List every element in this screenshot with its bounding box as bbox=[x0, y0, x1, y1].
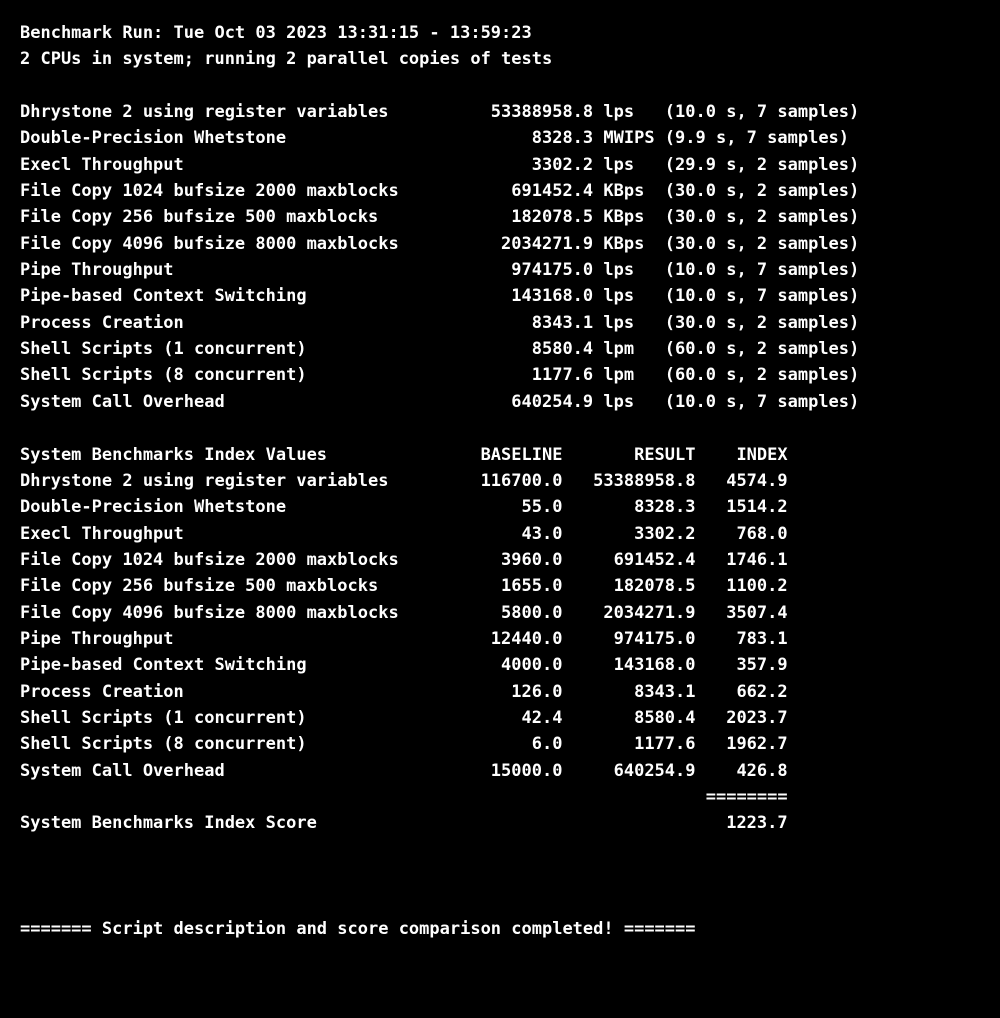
output-line bbox=[20, 415, 980, 441]
output-line: File Copy 256 bufsize 500 maxblocks 1655… bbox=[20, 573, 980, 599]
output-line: File Copy 256 bufsize 500 maxblocks 1820… bbox=[20, 204, 980, 230]
output-line: Pipe-based Context Switching 4000.0 1431… bbox=[20, 652, 980, 678]
output-line: ======= Script description and score com… bbox=[20, 916, 980, 942]
output-line: File Copy 1024 bufsize 2000 maxblocks 39… bbox=[20, 547, 980, 573]
output-line: System Call Overhead 15000.0 640254.9 42… bbox=[20, 758, 980, 784]
output-line: Shell Scripts (1 concurrent) 8580.4 lpm … bbox=[20, 336, 980, 362]
output-line: File Copy 4096 bufsize 8000 maxblocks 58… bbox=[20, 600, 980, 626]
output-line: Double-Precision Whetstone 8328.3 MWIPS … bbox=[20, 125, 980, 151]
terminal-output: Benchmark Run: Tue Oct 03 2023 13:31:15 … bbox=[20, 20, 980, 942]
output-line: Double-Precision Whetstone 55.0 8328.3 1… bbox=[20, 494, 980, 520]
output-line: Execl Throughput 43.0 3302.2 768.0 bbox=[20, 521, 980, 547]
output-line bbox=[20, 889, 980, 915]
output-line: Process Creation 126.0 8343.1 662.2 bbox=[20, 679, 980, 705]
output-line: Shell Scripts (8 concurrent) 6.0 1177.6 … bbox=[20, 731, 980, 757]
output-line: 2 CPUs in system; running 2 parallel cop… bbox=[20, 46, 980, 72]
output-line: Benchmark Run: Tue Oct 03 2023 13:31:15 … bbox=[20, 20, 980, 46]
output-line: ======== bbox=[20, 784, 980, 810]
output-line: Pipe-based Context Switching 143168.0 lp… bbox=[20, 283, 980, 309]
output-line: Dhrystone 2 using register variables 116… bbox=[20, 468, 980, 494]
output-line bbox=[20, 73, 980, 99]
output-line bbox=[20, 863, 980, 889]
output-line: File Copy 1024 bufsize 2000 maxblocks 69… bbox=[20, 178, 980, 204]
output-line: System Benchmarks Index Score 1223.7 bbox=[20, 810, 980, 836]
output-line: Process Creation 8343.1 lps (30.0 s, 2 s… bbox=[20, 310, 980, 336]
output-line: Pipe Throughput 12440.0 974175.0 783.1 bbox=[20, 626, 980, 652]
output-line: System Benchmarks Index Values BASELINE … bbox=[20, 442, 980, 468]
output-line: Dhrystone 2 using register variables 533… bbox=[20, 99, 980, 125]
output-line: System Call Overhead 640254.9 lps (10.0 … bbox=[20, 389, 980, 415]
output-line: File Copy 4096 bufsize 8000 maxblocks 20… bbox=[20, 231, 980, 257]
output-line: Pipe Throughput 974175.0 lps (10.0 s, 7 … bbox=[20, 257, 980, 283]
output-line: Execl Throughput 3302.2 lps (29.9 s, 2 s… bbox=[20, 152, 980, 178]
output-line: Shell Scripts (1 concurrent) 42.4 8580.4… bbox=[20, 705, 980, 731]
output-line bbox=[20, 837, 980, 863]
output-line: Shell Scripts (8 concurrent) 1177.6 lpm … bbox=[20, 362, 980, 388]
